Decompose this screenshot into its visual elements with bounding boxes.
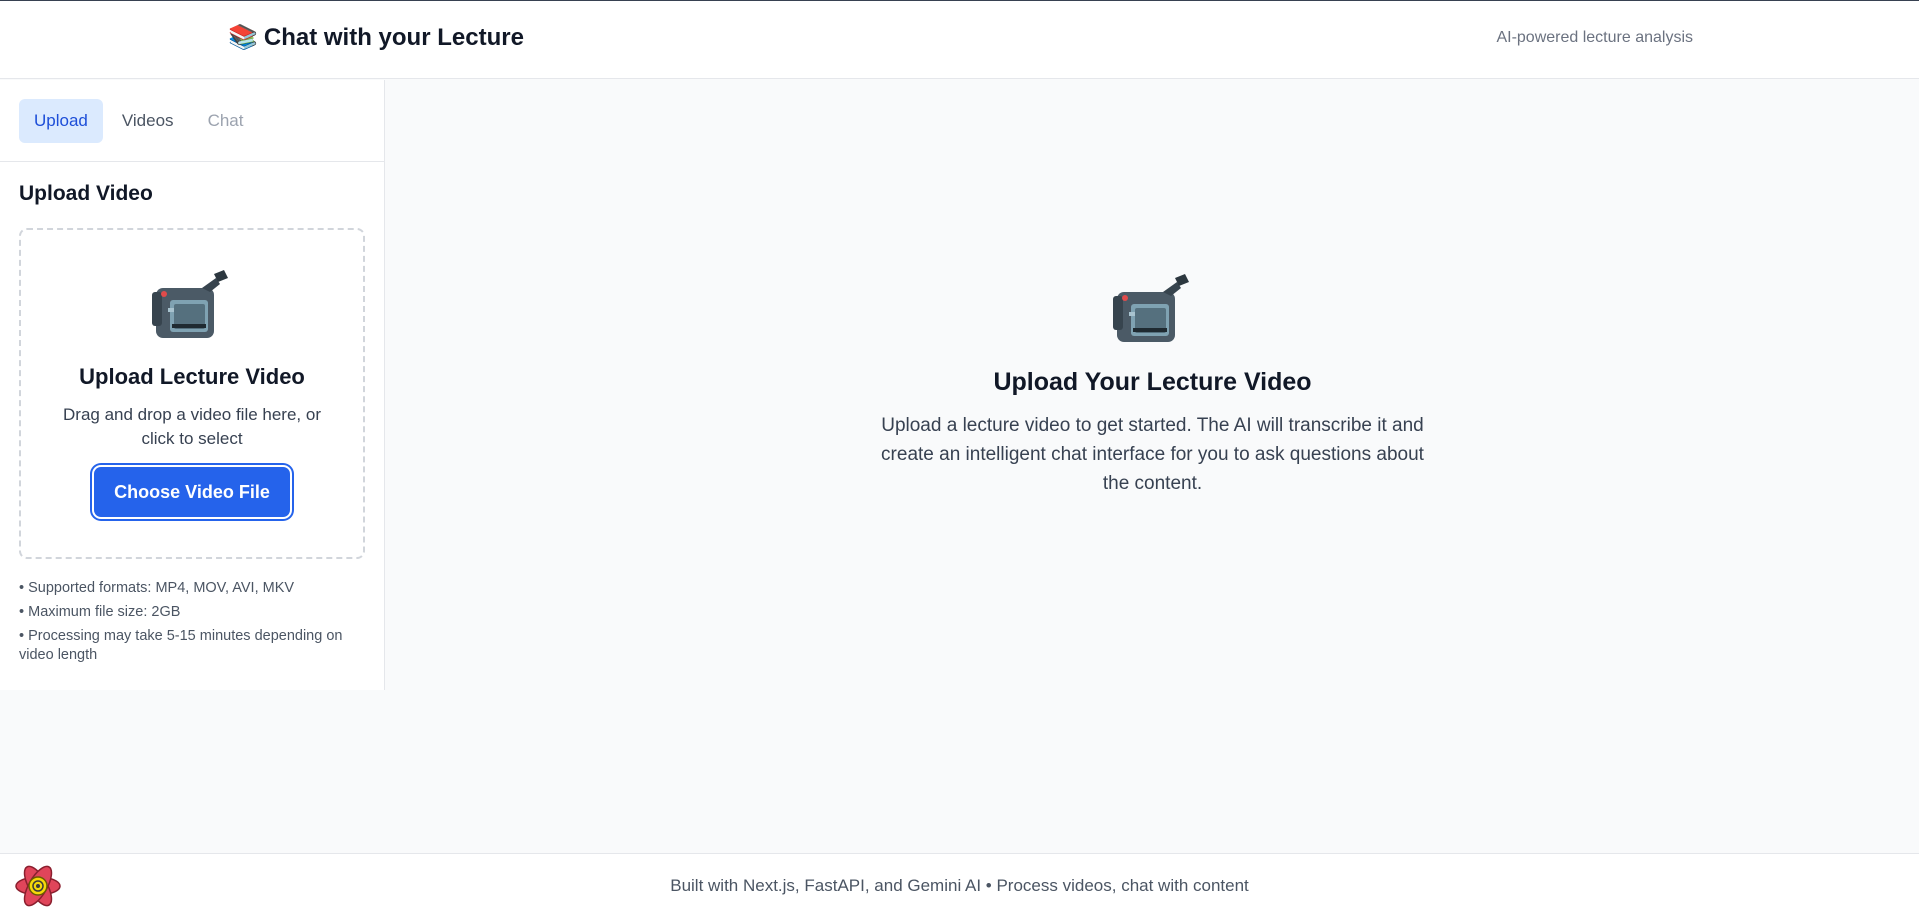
tab-chat: Chat: [207, 110, 244, 130]
empty-state: Upload Your Lecture Video Upload a lectu…: [386, 80, 1919, 498]
app-tagline: AI-powered lecture analysis: [1496, 29, 1693, 46]
note-supported-formats: Supported formats: MP4, MOV, AVI, MKV: [19, 579, 365, 598]
empty-state-title: Upload Your Lecture Video: [993, 368, 1312, 396]
note-processing-time: Processing may take 5-15 minutes dependi…: [19, 627, 365, 665]
empty-state-description: Upload a lecture video to get started. T…: [881, 415, 1424, 494]
app-title-text: Chat with your Lecture: [263, 24, 524, 51]
app-header: 📚 Chat with your Lecture AI-powered lect…: [0, 1, 1919, 79]
footer-text: Built with Next.js, FastAPI, and Gemini …: [670, 876, 1249, 895]
tab-videos[interactable]: Videos: [107, 99, 189, 143]
note-max-size: Maximum file size: 2GB: [19, 603, 365, 622]
sidebar: Upload Videos Chat Upload Video Upload L…: [0, 80, 385, 690]
upload-section-title: Upload Video: [19, 182, 153, 205]
choose-video-file-button[interactable]: Choose Video File: [94, 467, 290, 517]
dropzone-hint: Drag and drop a video file here, or clic…: [63, 405, 321, 448]
upload-panel: Upload Video Upload Lecture Video Drag a…: [0, 162, 384, 690]
sidebar-tabs: Upload Videos Chat: [0, 80, 384, 162]
dropzone-title: Upload Lecture Video: [79, 364, 305, 389]
app-title: 📚 Chat with your Lecture: [228, 24, 524, 52]
video-camera-icon: [1112, 274, 1189, 342]
main-content: Upload Your Lecture Video Upload a lectu…: [386, 80, 1919, 853]
app-footer: Built with Next.js, FastAPI, and Gemini …: [0, 853, 1919, 915]
video-camera-icon: [152, 270, 228, 338]
upload-notes: Supported formats: MP4, MOV, AVI, MKV Ma…: [19, 579, 365, 665]
books-icon: 📚: [228, 24, 258, 51]
tab-upload[interactable]: Upload: [19, 98, 103, 143]
upload-dropzone[interactable]: Upload Lecture Video Drag and drop a vid…: [19, 228, 365, 559]
